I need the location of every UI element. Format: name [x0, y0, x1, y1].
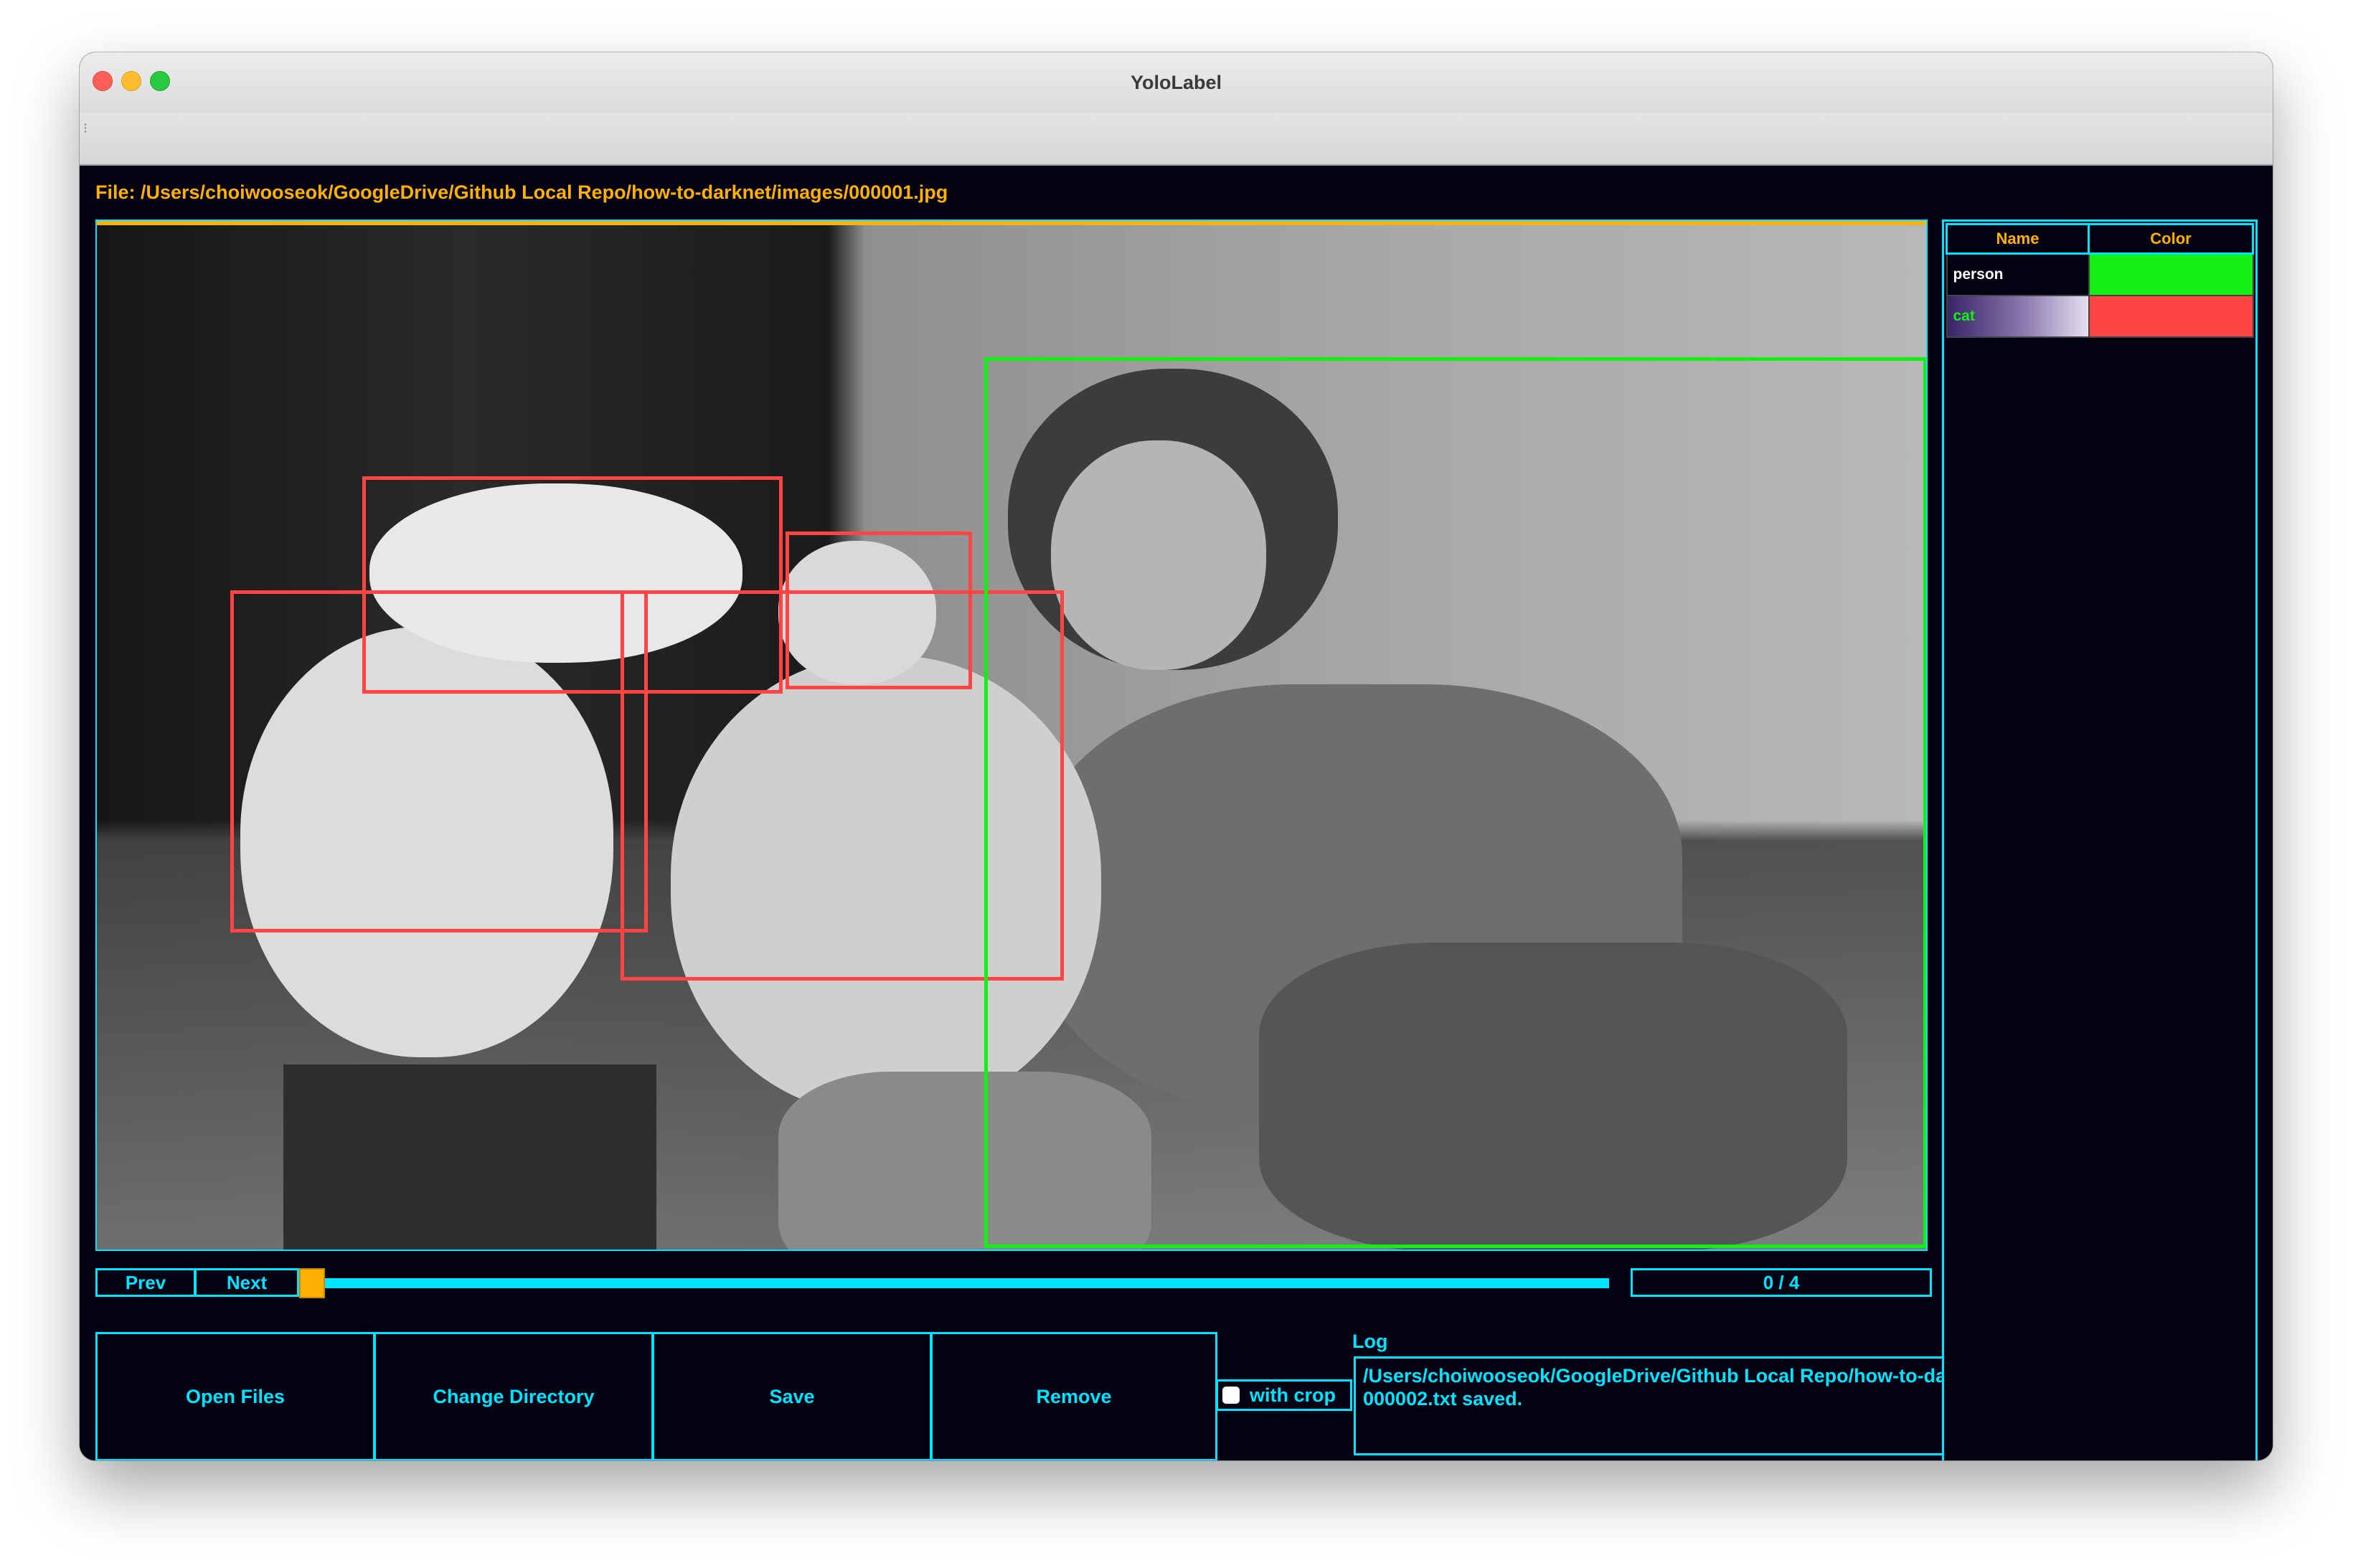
cat-bounding-box[interactable]: [230, 590, 648, 932]
toolbar: [80, 113, 2273, 166]
class-list-panel: Name Color person cat: [1942, 219, 2258, 1460]
open-files-button[interactable]: Open Files: [95, 1332, 375, 1460]
column-header-color[interactable]: Color: [2088, 223, 2254, 255]
person-bounding-box[interactable]: [984, 357, 1926, 1248]
class-name[interactable]: cat: [1946, 295, 2090, 338]
with-crop-checkbox[interactable]: with crop: [1216, 1379, 1352, 1411]
with-crop-label: with crop: [1250, 1384, 1336, 1406]
log-output: /Users/choiwooseok/GoogleDrive/Github Lo…: [1354, 1356, 1952, 1455]
box-shape: [283, 1064, 656, 1250]
class-color-swatch[interactable]: [2088, 295, 2254, 338]
next-button[interactable]: Next: [194, 1268, 299, 1297]
checkbox-box[interactable]: [1222, 1387, 1240, 1404]
log-line: 000002.txt saved.: [1363, 1388, 1523, 1409]
class-row-cat[interactable]: cat: [1946, 295, 2254, 338]
main-content: File: /Users/choiwooseok/GoogleDrive/Git…: [80, 166, 2273, 1460]
image-counter: 0 / 4: [1631, 1268, 1932, 1297]
toolbar-grip-icon[interactable]: [84, 123, 87, 134]
image-canvas[interactable]: [95, 219, 1928, 1251]
title-bar[interactable]: YoloLabel: [80, 52, 2273, 113]
app-window: YoloLabel File: /Users/choiwooseok/Googl…: [80, 52, 2273, 1460]
image-slider-handle[interactable]: [299, 1268, 325, 1298]
labeled-image: [97, 225, 1926, 1250]
class-name[interactable]: person: [1946, 252, 2090, 296]
prev-button[interactable]: Prev: [95, 1268, 196, 1297]
class-row-person[interactable]: person: [1946, 252, 2254, 296]
file-path-label: File: /Users/choiwooseok/GoogleDrive/Git…: [95, 181, 948, 203]
class-color-swatch[interactable]: [2088, 252, 2254, 296]
save-button[interactable]: Save: [652, 1332, 932, 1460]
class-table: Name Color person cat: [1946, 223, 2254, 338]
image-slider-track[interactable]: [321, 1278, 1609, 1288]
log-line: /Users/choiwooseok/GoogleDrive/Github Lo…: [1363, 1365, 1950, 1387]
remove-button[interactable]: Remove: [930, 1332, 1217, 1460]
column-header-name[interactable]: Name: [1946, 223, 2090, 255]
window-title: YoloLabel: [1130, 72, 1222, 93]
log-label: Log: [1352, 1331, 1388, 1352]
change-directory-button[interactable]: Change Directory: [374, 1332, 654, 1460]
